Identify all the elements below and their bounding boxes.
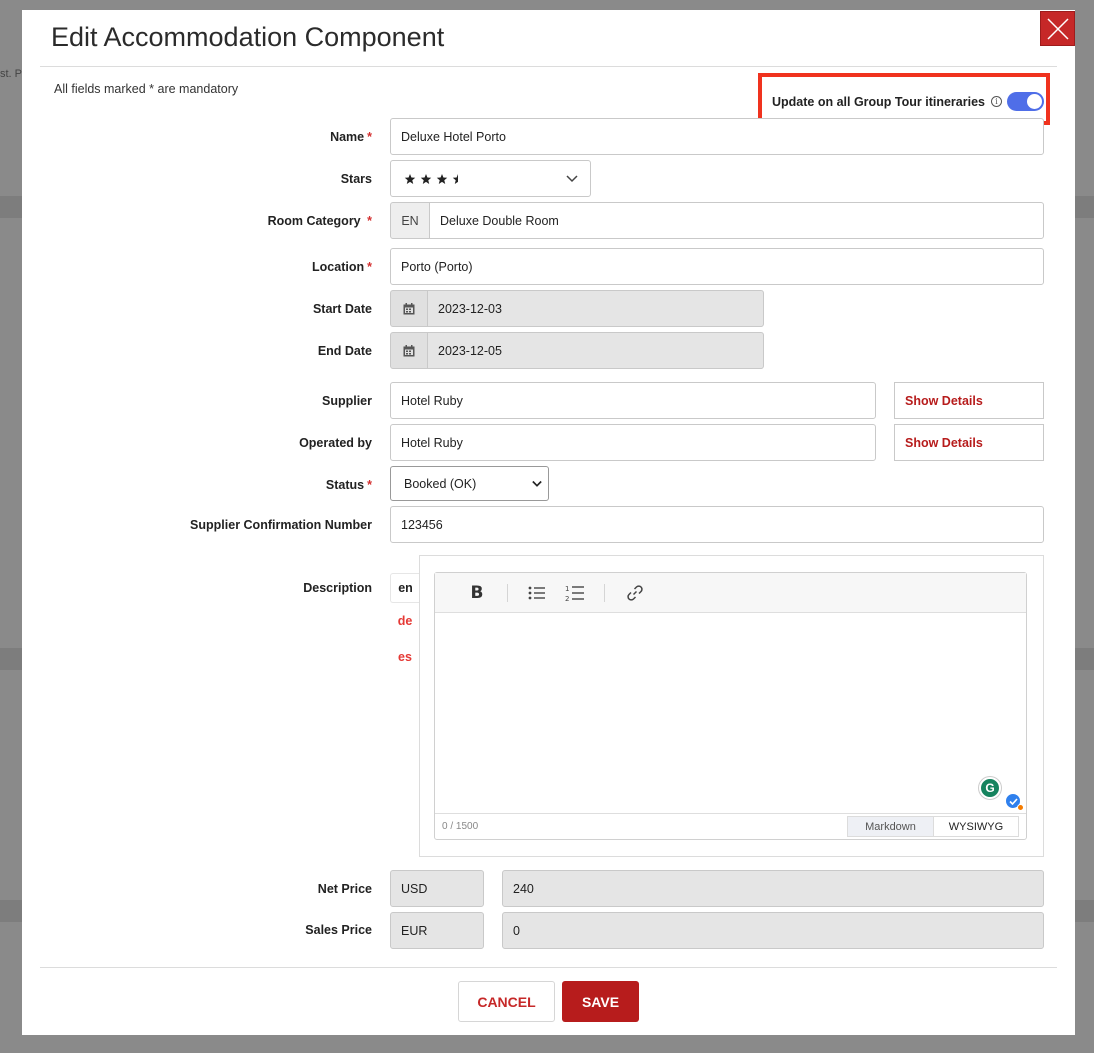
star-rating [404, 173, 458, 184]
calendar-icon[interactable] [390, 332, 428, 369]
bullet-list-icon[interactable] [525, 581, 549, 605]
toolbar-separator [604, 584, 605, 602]
net-price-input: 240 [502, 870, 1044, 907]
confirmation-number-input[interactable]: 123456 [390, 506, 1044, 543]
save-button[interactable]: SAVE [562, 981, 639, 1022]
sales-price-currency: EUR [390, 912, 484, 949]
description-panel: B 12 G 0 / 1500 Markdown WYSIWYG [419, 555, 1044, 857]
end-date-input[interactable]: 2023-12-05 [427, 332, 764, 369]
status-value: Booked (OK) [404, 476, 477, 491]
description-editor: B 12 G 0 / 1500 Markdown WYSIWYG [434, 572, 1027, 840]
toolbar-separator [507, 584, 508, 602]
bold-button[interactable]: B [465, 581, 489, 605]
supplier-input[interactable]: Hotel Ruby [390, 382, 876, 419]
character-counter: 0 / 1500 [442, 821, 479, 832]
status-label: Status * [325, 478, 372, 492]
confirmation-number-label: Supplier Confirmation Number [190, 518, 372, 532]
sales-price-label: Sales Price [305, 923, 372, 937]
room-category-label: Room Category * [267, 214, 372, 228]
update-all-toggle[interactable] [1007, 92, 1044, 111]
wysiwyg-tab[interactable]: WYSIWYG [934, 816, 1019, 837]
net-price-currency: USD [390, 870, 484, 907]
svg-text:2: 2 [565, 595, 569, 602]
stars-select[interactable] [390, 160, 591, 197]
room-category-input[interactable]: Deluxe Double Room [429, 202, 1044, 239]
modal-title: Edit Accommodation Component [51, 22, 445, 52]
toggle-knob [1027, 94, 1042, 109]
svg-text:1: 1 [565, 585, 569, 593]
close-button[interactable] [1040, 11, 1075, 46]
status-select[interactable]: Booked (OK) [390, 466, 549, 501]
notification-dot-icon [1017, 804, 1024, 811]
star-icon [452, 173, 458, 184]
operated-by-input[interactable]: Hotel Ruby [390, 424, 876, 461]
mandatory-note: All fields marked * are mandatory [54, 82, 239, 96]
editor-text-area[interactable] [435, 614, 1026, 815]
update-all-label: Update on all Group Tour itineraries [772, 95, 985, 109]
title-divider [40, 66, 1057, 67]
end-date-label: End Date [317, 344, 372, 358]
operated-by-label: Operated by [299, 436, 372, 450]
editor-footer: 0 / 1500 Markdown WYSIWYG [435, 813, 1026, 839]
numbered-list-icon[interactable]: 12 [563, 581, 587, 605]
grammarly-icon[interactable]: G [979, 777, 1001, 799]
operator-show-details-button[interactable]: Show Details [894, 424, 1044, 461]
lang-tab-de[interactable]: de [390, 614, 420, 634]
supplier-show-details-button[interactable]: Show Details [894, 382, 1044, 419]
sales-price-input: 0 [502, 912, 1044, 949]
star-icon [404, 173, 416, 184]
stars-label: Stars [340, 172, 372, 186]
net-price-label: Net Price [317, 882, 372, 896]
calendar-icon[interactable] [390, 290, 428, 327]
background-text: st. P [0, 68, 23, 80]
start-date-input[interactable]: 2023-12-03 [427, 290, 764, 327]
markdown-tab[interactable]: Markdown [847, 816, 934, 837]
link-icon[interactable] [623, 581, 647, 605]
language-addon: EN [390, 202, 430, 239]
description-label: Description [303, 581, 372, 595]
close-icon [1047, 18, 1069, 40]
start-date-label: Start Date [312, 302, 372, 316]
chevron-down-icon [566, 174, 578, 182]
name-label: Name * [330, 130, 372, 144]
lang-tab-en[interactable]: en [390, 573, 420, 603]
cancel-button[interactable]: CANCEL [458, 981, 555, 1022]
location-label: Location * [312, 260, 372, 274]
location-input[interactable]: Porto (Porto) [390, 248, 1044, 285]
star-icon [436, 173, 448, 184]
footer-divider [40, 967, 1057, 968]
supplier-label: Supplier [321, 394, 372, 408]
info-icon[interactable]: i [991, 96, 1002, 107]
name-input[interactable]: Deluxe Hotel Porto [390, 118, 1044, 155]
edit-accommodation-modal: Edit Accommodation Component All fields … [22, 10, 1075, 1035]
lang-tab-es[interactable]: es [390, 650, 420, 670]
star-icon [420, 173, 432, 184]
chevron-down-icon [532, 480, 542, 487]
editor-toolbar: B 12 [435, 573, 1026, 613]
